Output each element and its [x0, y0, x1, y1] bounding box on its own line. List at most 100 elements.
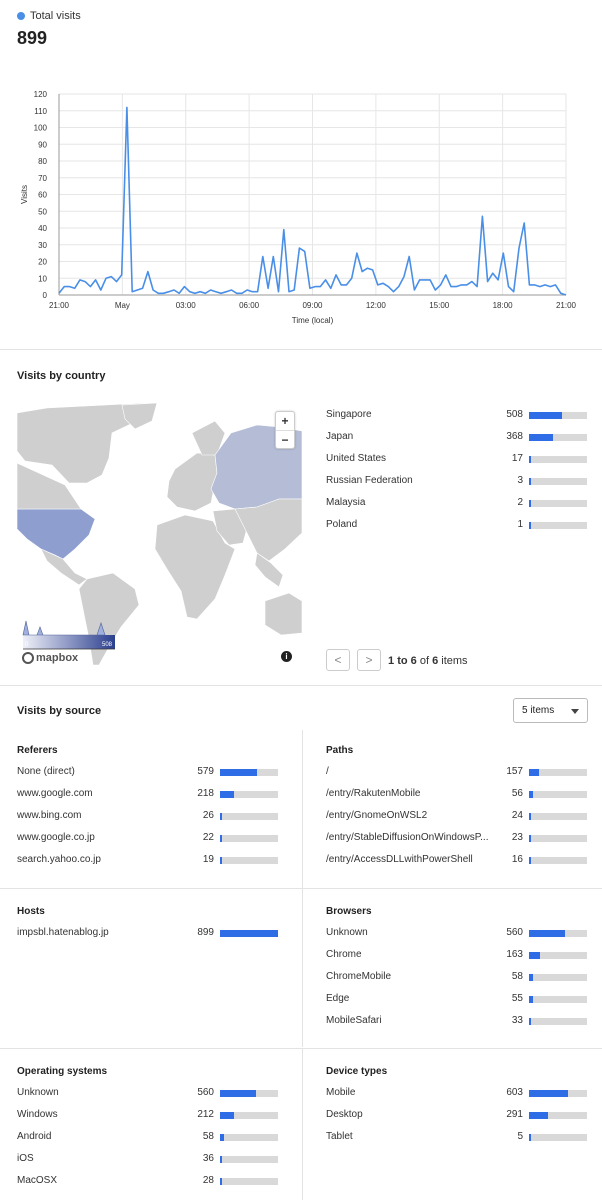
path-row[interactable]: /entry/RakutenMobile 56 — [326, 788, 587, 800]
y-tick-label: 100 — [34, 124, 48, 133]
x-axis-label: Time (local) — [292, 316, 334, 325]
path-row[interactable]: /entry/StableDiffusionOnWindowsP... 23 — [326, 832, 587, 844]
zoom-out-button[interactable]: − — [276, 430, 294, 448]
device-bar-fill — [529, 1112, 548, 1119]
legend-label[interactable]: Total visits — [30, 10, 81, 22]
referer-bar-fill — [220, 835, 222, 842]
mapbox-logo[interactable]: mapbox — [22, 652, 78, 664]
source-section-title: Visits by source — [17, 705, 102, 717]
os-bar-fill — [220, 1178, 222, 1185]
device-row[interactable]: Desktop 291 — [326, 1109, 587, 1121]
path-bar — [529, 857, 587, 864]
path-row[interactable]: /entry/AccessDLLwithPowerShell 16 — [326, 854, 587, 866]
device-label: Tablet — [326, 1131, 353, 1142]
browser-bar — [529, 996, 587, 1003]
path-value: 56 — [511, 788, 523, 799]
os-bar — [220, 1134, 278, 1141]
browser-label: MobileSafari — [326, 1015, 382, 1026]
os-row[interactable]: Android 58 — [17, 1131, 278, 1143]
referer-value: 26 — [202, 810, 214, 821]
country-bar-fill — [529, 522, 531, 529]
os-row[interactable]: iOS 36 — [17, 1153, 278, 1165]
country-row[interactable]: Malaysia 2 — [326, 497, 587, 509]
browser-bar-fill — [529, 952, 540, 959]
x-tick-label: 18:00 — [493, 301, 514, 310]
os-value: 28 — [202, 1175, 214, 1186]
browser-row[interactable]: MobileSafari 33 — [326, 1015, 587, 1027]
referer-row[interactable]: www.google.co.jp 22 — [17, 832, 278, 844]
pager-next-button[interactable]: > — [357, 649, 381, 671]
referers-title: Referers — [17, 745, 58, 756]
visits-line-chart: 0 10 20 30 40 50 60 70 80 90 100 110 120 21:00 May 03:0… — [20, 90, 577, 325]
referer-bar-fill — [220, 813, 222, 820]
world-map[interactable]: 0 508 — [17, 403, 302, 671]
country-row[interactable]: Poland 1 — [326, 519, 587, 531]
x-tick-label: 15:00 — [429, 301, 450, 310]
browser-row[interactable]: Edge 55 — [326, 993, 587, 1005]
path-label: /entry/StableDiffusionOnWindowsP... — [326, 832, 489, 843]
host-row[interactable]: impsbl.hatenablog.jp 899 — [17, 927, 278, 939]
os-bar-fill — [220, 1156, 223, 1163]
path-bar-fill — [529, 857, 531, 864]
country-row[interactable]: Russian Federation 3 — [326, 475, 587, 487]
device-label: Mobile — [326, 1087, 356, 1098]
country-bar-fill — [529, 412, 562, 419]
os-row[interactable]: Unknown 560 — [17, 1087, 278, 1099]
country-row[interactable]: Japan 368 — [326, 431, 587, 443]
y-tick-label: 70 — [38, 174, 47, 183]
referer-row[interactable]: www.bing.com 26 — [17, 810, 278, 822]
x-tick-label: 21:00 — [49, 301, 70, 310]
path-row[interactable]: / 157 — [326, 766, 587, 778]
os-value: 212 — [197, 1109, 214, 1120]
country-value: 508 — [506, 409, 523, 420]
info-icon[interactable]: i — [281, 651, 292, 662]
total-visits-value: 899 — [17, 28, 48, 48]
browser-value: 58 — [511, 971, 523, 982]
country-value: 368 — [506, 431, 523, 442]
referer-label: search.yahoo.co.jp — [17, 854, 101, 865]
browser-bar — [529, 1018, 587, 1025]
referer-value: 218 — [197, 788, 214, 799]
referer-bar — [220, 835, 278, 842]
browser-row[interactable]: Chrome 163 — [326, 949, 587, 961]
device-row[interactable]: Mobile 603 — [326, 1087, 587, 1099]
items-count-value: 5 items — [522, 705, 555, 716]
browsers-title: Browsers — [326, 906, 372, 917]
pager-word-of: of — [419, 655, 430, 667]
path-bar — [529, 769, 587, 776]
browser-value: 33 — [511, 1015, 523, 1026]
x-tick-label: 09:00 — [302, 301, 323, 310]
referer-row[interactable]: www.google.com 218 — [17, 788, 278, 800]
os-label: iOS — [17, 1153, 34, 1164]
mapbox-label: mapbox — [36, 652, 79, 664]
browser-row[interactable]: ChromeMobile 58 — [326, 971, 587, 983]
referer-row[interactable]: None (direct) 579 — [17, 766, 278, 778]
device-label: Desktop — [326, 1109, 363, 1120]
country-row[interactable]: Singapore 508 — [326, 409, 587, 421]
referer-label: www.bing.com — [17, 810, 82, 821]
panel-divider — [302, 889, 303, 1047]
items-count-select[interactable]: 5 items — [513, 698, 588, 723]
browser-row[interactable]: Unknown 560 — [326, 927, 587, 939]
host-bar-fill — [220, 930, 278, 937]
referer-row[interactable]: search.yahoo.co.jp 19 — [17, 854, 278, 866]
map-scale-max: 508 — [102, 642, 113, 648]
path-row[interactable]: /entry/GnomeOnWSL2 24 — [326, 810, 587, 822]
country-section-title: Visits by country — [17, 370, 106, 382]
referer-label: www.google.com — [17, 788, 93, 799]
country-bar-fill — [529, 456, 531, 463]
device-row[interactable]: Tablet 5 — [326, 1131, 587, 1143]
os-value: 560 — [197, 1087, 214, 1098]
os-row[interactable]: MacOSX 28 — [17, 1175, 278, 1187]
section-divider — [0, 349, 602, 350]
browser-label: Unknown — [326, 927, 368, 938]
country-bar-fill — [529, 500, 531, 507]
os-value: 36 — [202, 1153, 214, 1164]
zoom-in-button[interactable]: + — [276, 412, 294, 430]
path-bar — [529, 813, 587, 820]
country-bar — [529, 500, 587, 507]
country-row[interactable]: United States 17 — [326, 453, 587, 465]
os-row[interactable]: Windows 212 — [17, 1109, 278, 1121]
country-label: Japan — [326, 431, 354, 442]
pager-prev-button[interactable]: < — [326, 649, 350, 671]
